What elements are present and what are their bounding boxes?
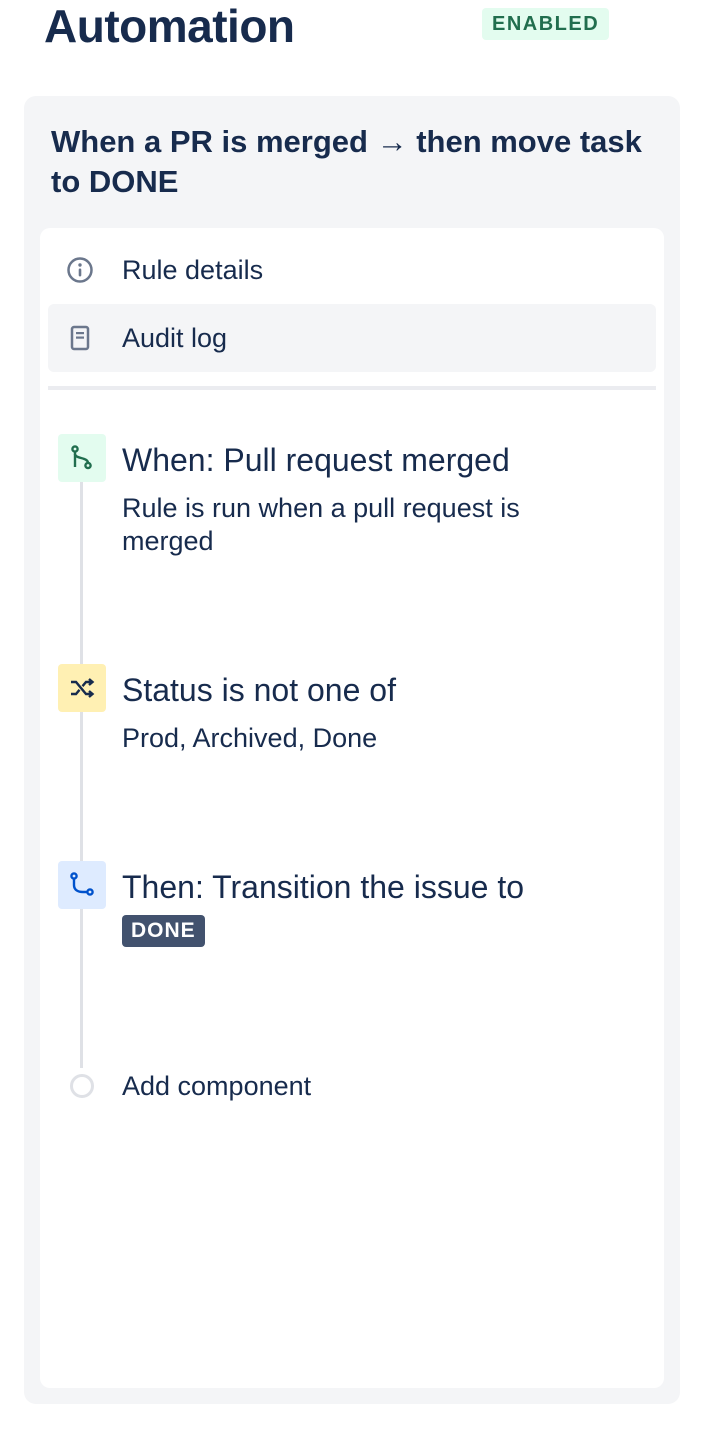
rule-title: When a PR is merged → then move task to … [51, 124, 642, 199]
add-circle-icon [70, 1074, 94, 1098]
step-action[interactable]: Then: Transition the issue to DONE [58, 861, 648, 961]
transition-icon [58, 861, 106, 909]
page-header: Automation ENABLED [44, 0, 664, 60]
branch-merge-icon [58, 434, 106, 482]
step-condition[interactable]: Status is not one of Prod, Archived, Don… [58, 664, 648, 764]
nav-item-rule-details[interactable]: Rule details [48, 236, 656, 304]
done-status-badge: DONE [122, 915, 205, 947]
info-icon [66, 256, 94, 284]
rule-panel: When a PR is merged → then move task to … [24, 96, 680, 1404]
page-title: Automation [44, 0, 295, 52]
step-description: Rule is run when a pull request is merge… [122, 493, 520, 556]
step-description: Prod, Archived, Done [122, 723, 378, 753]
step-trigger[interactable]: When: Pull request merged Rule is run wh… [58, 434, 648, 564]
step-title: When: Pull request merged [122, 442, 510, 478]
nav-divider [48, 386, 656, 390]
nav-label-rule-details: Rule details [122, 255, 264, 285]
step-title: Status is not one of [122, 672, 396, 708]
add-component-label: Add component [122, 1071, 312, 1101]
enabled-status-badge[interactable]: ENABLED [482, 8, 610, 40]
timeline-connector [80, 478, 83, 1068]
document-icon [66, 324, 94, 352]
add-component-button[interactable]: Add component [58, 1064, 648, 1108]
shuffle-icon [58, 664, 106, 712]
nav-item-audit-log[interactable]: Audit log [48, 304, 656, 372]
nav-label-audit-log: Audit log [122, 323, 228, 353]
rule-card: Rule details Audit log When: Pull reques… [40, 228, 664, 1388]
step-title: Then: Transition the issue to [122, 869, 524, 905]
